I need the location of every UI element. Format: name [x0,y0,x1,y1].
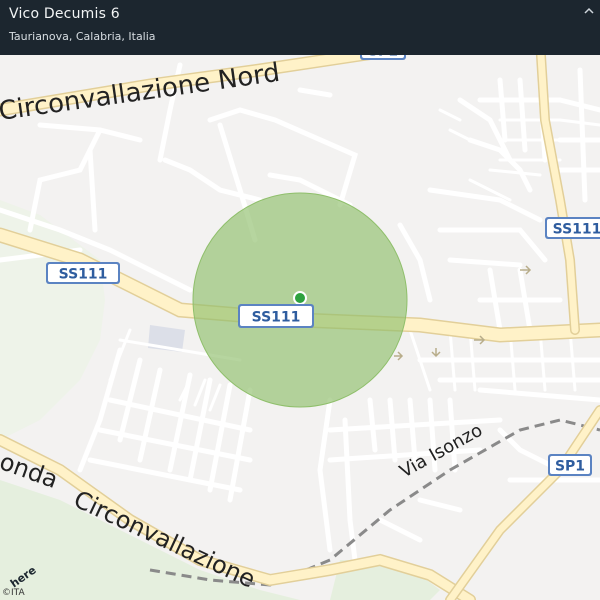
map-attribution: ©ITA [2,588,25,598]
shield-ss111-center: SS111 [238,304,314,328]
svg-text:here: here [8,566,38,588]
svg-text:SS111: SS111 [59,267,108,283]
shield-ss111-right: SS111 [545,217,600,239]
svg-text:SP1: SP1 [555,459,585,475]
label-circonvallazione-nord: Circonvallazione Nord [0,58,282,127]
svg-text:SS111: SS111 [252,310,301,326]
here-logo-icon: here [8,566,38,588]
current-location-dot[interactable] [293,291,307,305]
location-header: Vico Decumis 6 Taurianova, Calabria, Ita… [0,0,600,55]
chevron-up-icon[interactable] [584,6,594,16]
location-title: Vico Decumis 6 [9,6,120,22]
svg-text:SS111: SS111 [553,222,600,238]
shield-sp1-bottom: SP1 [548,454,592,476]
map-canvas[interactable]: Circonvallazione Nord onda Circonvallazi… [0,0,600,600]
shield-ss111-left: SS111 [46,262,120,284]
location-subtitle: Taurianova, Calabria, Italia [9,30,156,43]
